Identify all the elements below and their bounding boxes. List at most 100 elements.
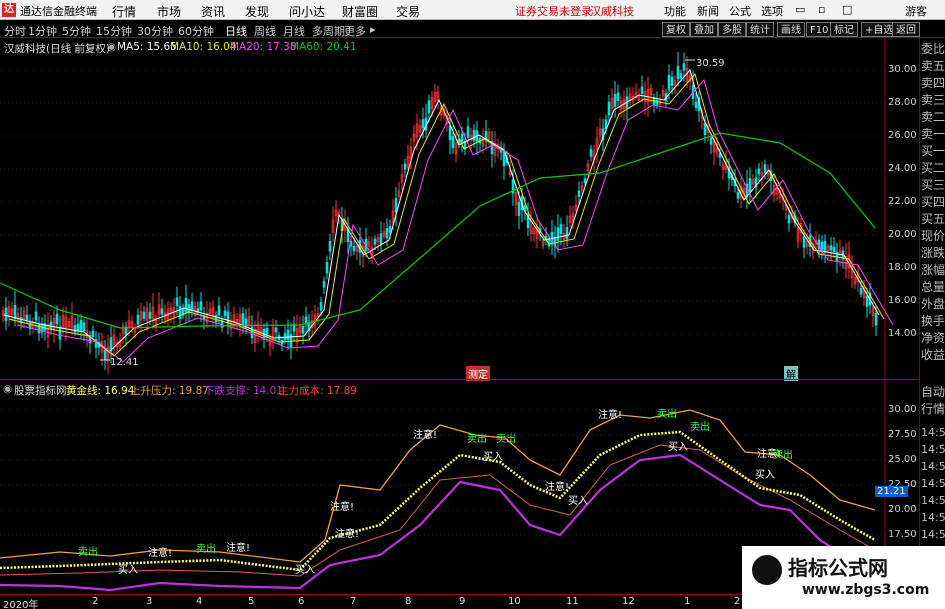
period-monthly[interactable]: 月线 [283, 23, 305, 39]
menu-news-panel[interactable]: 新闻 [697, 3, 719, 19]
period-more[interactable]: 更多 [344, 23, 366, 39]
panel-label: 买一 [921, 144, 945, 158]
low-price-label: 12.41 [110, 357, 139, 368]
candle-body [859, 287, 863, 295]
axis-tick: 1 [684, 596, 691, 607]
more-chevron-icon[interactable]: ▸ [370, 23, 376, 36]
candle-body [577, 190, 581, 197]
adjust-button[interactable]: 复权 [662, 22, 690, 37]
signal-label: 卖出 [496, 432, 516, 445]
period-daily[interactable]: 日线 [225, 23, 247, 39]
multi-stock-button[interactable]: 多股 [718, 22, 746, 37]
legend-toggle-icon[interactable]: ◉ [107, 41, 116, 53]
candle-body [748, 178, 752, 193]
mark-button[interactable]: 标记 [830, 22, 858, 37]
signal-label: 注意! [545, 480, 569, 493]
panel-label: 总量 [921, 280, 945, 294]
candle-body [460, 133, 464, 142]
minimize-icon[interactable]: ▭ [795, 3, 805, 16]
indicator-tick: 20.00 [888, 504, 917, 515]
panel-label: 买二 [921, 161, 945, 175]
candle-body [703, 122, 707, 135]
menu-ask[interactable]: 问小达 [289, 3, 325, 20]
stock-title: 汉威科技(日线 前复权) [4, 43, 111, 55]
menu-formula[interactable]: 公式 [729, 3, 751, 19]
candle-body [682, 63, 686, 71]
signal-label: 注意! [226, 541, 250, 554]
signal-label: 卖出 [773, 448, 793, 461]
candle-body [655, 99, 659, 105]
panel-label: 收益 [921, 348, 945, 362]
indicator-tick: 30.00 [888, 404, 917, 415]
period-30min[interactable]: 30分钟 [137, 23, 173, 39]
menu-trade[interactable]: 交易 [396, 3, 420, 20]
period-1min[interactable]: 1分钟 [28, 23, 57, 39]
menu-wealth[interactable]: 财富圈 [342, 3, 378, 20]
signal-label: 注意! [148, 546, 172, 559]
candle-body [559, 224, 563, 234]
app-name: 通达信金融终端 [20, 5, 97, 18]
panel-label: 涨幅 [921, 263, 945, 277]
signal-label: 注意! [598, 408, 622, 421]
candle-body [217, 305, 221, 316]
resistance-line [0, 409, 876, 563]
candle-body [640, 86, 644, 94]
menu-discover[interactable]: 发现 [245, 3, 269, 20]
menu-options[interactable]: 选项 [761, 3, 783, 19]
candle-body [241, 313, 245, 326]
indicator-tick: 17.50 [888, 529, 917, 540]
candle-body [136, 314, 140, 325]
candle-body [286, 329, 290, 340]
period-toolbar: 分时 1分钟 5分钟 15分钟 30分钟 60分钟 日线 周线 月线 多周期 更… [0, 21, 945, 38]
period-5min[interactable]: 5分钟 [62, 23, 91, 39]
cost-legend: 主力成本: 17.89 [278, 385, 357, 397]
price-tick: 30.00 [888, 64, 917, 75]
watermark-logo-icon [752, 555, 782, 585]
f10-button[interactable]: F10 [806, 22, 833, 37]
auto-quote-label[interactable]: 行情 [921, 401, 945, 418]
candle-body [82, 322, 86, 332]
auto-quote-label[interactable]: 自动 [921, 384, 945, 401]
overlay-button[interactable]: 叠加 [690, 22, 718, 37]
panel-label: 卖五 [921, 59, 945, 73]
period-multi[interactable]: 多周期 [312, 23, 345, 39]
menu-market[interactable]: 市场 [157, 3, 181, 20]
candle-body [613, 94, 617, 107]
price-chart[interactable]: 汉威科技(日线 前复权) ◉ MA5: 15.65 MA10: 16.04 MA… [0, 38, 919, 381]
guest-label[interactable]: 游客 [905, 3, 927, 19]
panel-label: 买四 [921, 195, 945, 209]
login-notice[interactable]: 证券交易未登录 [515, 3, 592, 19]
candle-body [283, 333, 287, 341]
period-weekly[interactable]: 周线 [254, 23, 276, 39]
menu-quotes[interactable]: 行情 [112, 3, 136, 20]
menu-function[interactable]: 功能 [664, 3, 686, 19]
period-60min[interactable]: 60分钟 [178, 23, 214, 39]
price-tick: 22.00 [888, 196, 917, 207]
candle-body [49, 321, 53, 330]
period-tick[interactable]: 分时 [4, 23, 26, 39]
back-button[interactable]: 返回 [892, 22, 920, 37]
candle-body [4, 307, 8, 322]
draw-line-button[interactable]: 画线 [777, 22, 805, 37]
candle-body [184, 298, 188, 313]
restore-icon[interactable]: ▫ [818, 3, 825, 16]
price-tick: 28.00 [888, 97, 917, 108]
panel-label: 买三 [921, 178, 945, 192]
stats-button[interactable]: 统计 [746, 22, 774, 37]
period-15min[interactable]: 15分钟 [96, 23, 132, 39]
candle-body [823, 241, 827, 253]
signal-label: 买入 [755, 469, 775, 481]
menu-news[interactable]: 资讯 [201, 3, 225, 20]
watermark-title: 指标公式网 [788, 556, 888, 580]
maximize-icon[interactable]: □ [842, 3, 852, 16]
candle-body [736, 191, 740, 199]
candle-body [616, 92, 620, 101]
signal-label: 买入 [668, 441, 688, 453]
indicator-toggle-icon[interactable]: ◉ [3, 383, 12, 395]
ma60-line [0, 132, 876, 329]
candle-body [160, 308, 164, 315]
candle-body [394, 198, 398, 213]
candle-body [427, 100, 431, 113]
candle-body [670, 76, 674, 86]
signal-label: 卖出 [78, 545, 98, 558]
